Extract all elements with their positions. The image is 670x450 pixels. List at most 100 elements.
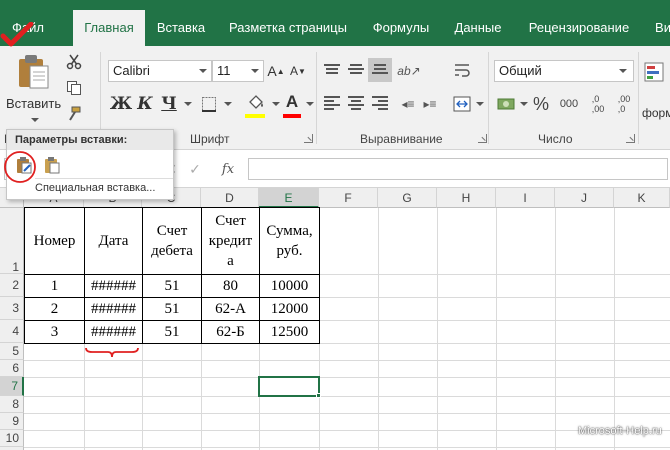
font-dialog-launcher[interactable]	[304, 134, 313, 143]
active-cell[interactable]	[258, 376, 320, 397]
increase-indent-button[interactable]: ▸≡	[420, 94, 440, 114]
borders-button[interactable]	[198, 92, 220, 116]
paste-special-item[interactable]: Специальная вставка...	[35, 182, 155, 194]
row-header-9[interactable]: 9	[0, 413, 24, 430]
tab-home[interactable]: Главная	[73, 10, 145, 46]
align-left-button[interactable]	[324, 96, 340, 110]
merge-icon	[453, 96, 471, 112]
gridline	[24, 396, 670, 397]
table-cell[interactable]: 51	[142, 297, 202, 321]
tab-page-layout[interactable]: Разметка страницы	[222, 10, 354, 46]
row-header-1[interactable]: 1	[0, 208, 24, 274]
thousands-separator-button[interactable]: 000	[556, 92, 582, 116]
conditional-format-button[interactable]: форм	[642, 56, 670, 126]
table-cell[interactable]: ######	[84, 297, 143, 321]
row-header-4[interactable]: 4	[0, 320, 24, 343]
font-size-select[interactable]: 11	[212, 60, 264, 82]
column-header-j[interactable]: J	[555, 188, 614, 208]
row-header-2[interactable]: 2	[0, 274, 24, 297]
table-cell[interactable]: 62-А	[201, 297, 260, 321]
borders-icon	[202, 97, 216, 112]
tab-review[interactable]: Рецензирование	[521, 10, 637, 46]
table-cell[interactable]: 10000	[259, 274, 320, 298]
cut-button[interactable]	[64, 52, 84, 72]
alignment-group-label: Выравнивание	[360, 132, 443, 146]
chevron-down-icon[interactable]	[184, 102, 192, 106]
merge-center-button[interactable]	[450, 92, 474, 116]
paste-values-option[interactable]	[41, 154, 63, 176]
table-header-amount[interactable]: Сумма, руб.	[259, 207, 320, 275]
fill-handle[interactable]	[316, 393, 321, 398]
row-header-5[interactable]: 5	[0, 343, 24, 360]
column-header-i[interactable]: I	[496, 188, 555, 208]
brace-annotation-icon	[85, 347, 139, 358]
table-cell[interactable]: 51	[142, 320, 202, 344]
row-header-10[interactable]: 10	[0, 430, 24, 447]
align-bottom-button[interactable]	[368, 58, 392, 82]
chevron-down-icon[interactable]	[520, 102, 528, 106]
tab-view[interactable]: Ви	[648, 10, 670, 46]
wrap-text-button[interactable]	[450, 58, 474, 82]
fill-color-button[interactable]	[244, 92, 268, 116]
align-center-button[interactable]	[348, 96, 364, 110]
increase-decimal-button[interactable]: ,0 ,00	[586, 90, 610, 118]
number-format-select[interactable]: Общий	[494, 60, 634, 82]
alignment-dialog-launcher[interactable]	[478, 134, 487, 143]
table-header-number[interactable]: Номер	[24, 207, 85, 275]
formula-input[interactable]	[248, 158, 668, 180]
table-cell[interactable]: 62-Б	[201, 320, 260, 344]
align-middle-button[interactable]	[348, 64, 364, 78]
bold-button[interactable]: Ж	[110, 92, 132, 116]
column-header-k[interactable]: K	[614, 188, 670, 208]
row-header-7[interactable]: 7	[0, 377, 24, 396]
tab-insert[interactable]: Вставка	[150, 10, 212, 46]
column-header-d[interactable]: D	[201, 188, 259, 208]
chevron-down-icon[interactable]	[224, 102, 232, 106]
table-header-debit[interactable]: Счет дебета	[142, 207, 202, 275]
table-cell[interactable]: 1	[24, 274, 85, 298]
chevron-down-icon[interactable]	[306, 102, 314, 106]
align-right-button[interactable]	[372, 96, 388, 110]
table-cell[interactable]: 3	[24, 320, 85, 344]
align-top-button[interactable]	[324, 64, 340, 78]
orientation-button[interactable]: ab↗	[397, 60, 420, 82]
table-header-date[interactable]: Дата	[84, 207, 143, 275]
insert-function-button[interactable]: fx	[216, 158, 240, 180]
table-cell[interactable]: ######	[84, 274, 143, 298]
format-painter-button[interactable]	[64, 104, 84, 124]
paste-button[interactable]: Вставить	[2, 48, 64, 128]
font-color-button[interactable]: А	[282, 90, 302, 114]
column-header-f[interactable]: F	[319, 188, 378, 208]
table-cell[interactable]: ######	[84, 320, 143, 344]
number-dialog-launcher[interactable]	[626, 134, 635, 143]
column-header-e[interactable]: E	[259, 188, 319, 208]
row-header-3[interactable]: 3	[0, 297, 24, 320]
table-header-credit[interactable]: Счет кредит а	[201, 207, 260, 275]
chevron-down-icon[interactable]	[272, 102, 280, 106]
percent-button[interactable]: %	[530, 92, 552, 116]
table-cell[interactable]: 12500	[259, 320, 320, 344]
column-header-h[interactable]: H	[437, 188, 496, 208]
decrease-decimal-button[interactable]: ,00 ,0	[612, 90, 636, 118]
table-cell[interactable]: 80	[201, 274, 260, 298]
decrease-indent-button[interactable]: ◂≡	[398, 94, 418, 114]
table-cell[interactable]: 12000	[259, 297, 320, 321]
chevron-down-icon[interactable]	[476, 102, 484, 106]
copy-button[interactable]	[64, 78, 84, 98]
conditional-format-icon	[644, 62, 664, 82]
column-header-g[interactable]: G	[378, 188, 437, 208]
table-cell[interactable]: 51	[142, 274, 202, 298]
tab-formulas[interactable]: Формулы	[366, 10, 436, 46]
row-header-8[interactable]: 8	[0, 396, 24, 413]
font-name-select[interactable]: Calibri	[108, 60, 212, 82]
paste-icon	[45, 157, 60, 174]
row-header-6[interactable]: 6	[0, 360, 24, 377]
italic-button[interactable]: К	[134, 92, 156, 116]
table-cell[interactable]: 2	[24, 297, 85, 321]
underline-button[interactable]: Ч	[158, 92, 180, 116]
enter-button[interactable]: ✓	[186, 158, 204, 180]
shrink-font-button[interactable]: A ▼	[288, 60, 308, 82]
currency-format-button[interactable]	[494, 92, 518, 116]
grow-font-button[interactable]: A ▲	[266, 60, 286, 82]
tab-data[interactable]: Данные	[447, 10, 509, 46]
